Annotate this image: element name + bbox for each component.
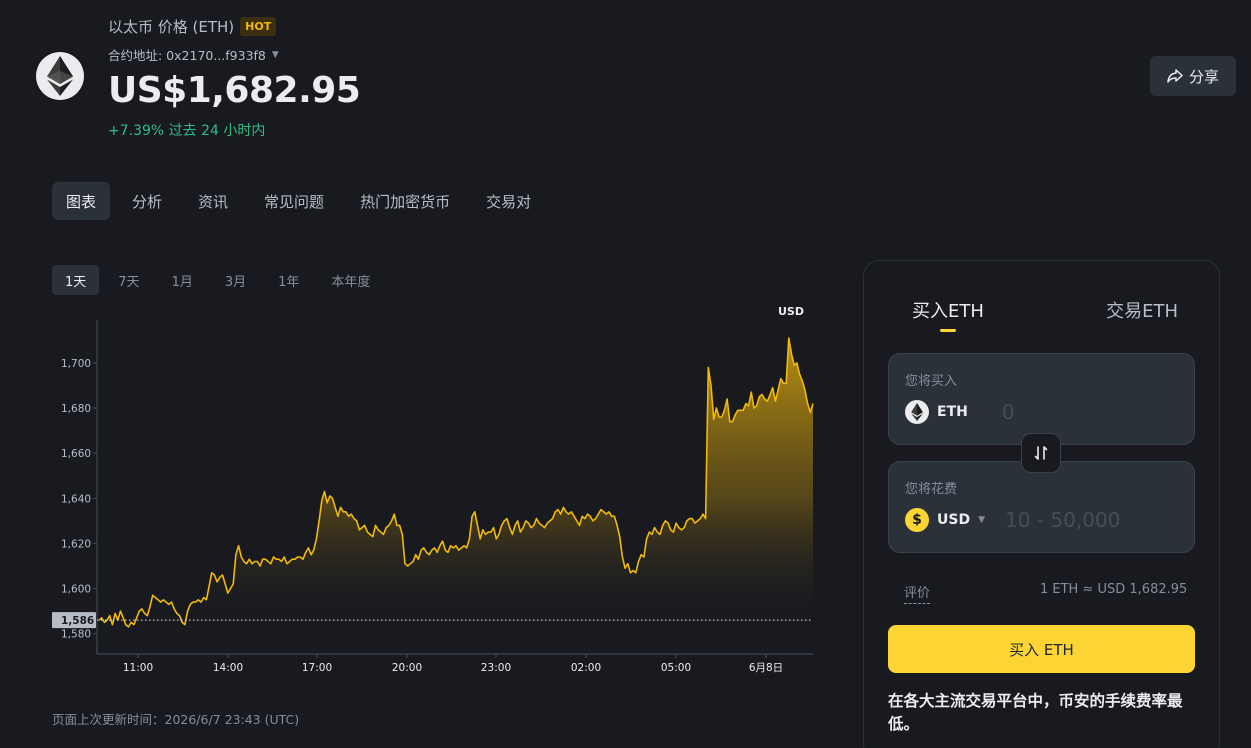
current-price: US$1,682.95 [108,70,361,111]
spend-label: 您将花费 [905,482,958,497]
x-tick-label: 23:00 [481,662,511,674]
tab-0[interactable]: 图表 [52,182,111,220]
tab-2[interactable]: 资讯 [184,182,242,220]
fee-note: 在各大主流交易平台中，币安的手续费率最低。 [888,692,1183,733]
y-tick-label: 1,660 [61,448,91,460]
ethereum-icon [905,400,929,424]
y-tick-label: 1,640 [61,493,91,505]
y-tick-label: 1,700 [61,358,91,370]
tab-5[interactable]: 交易对 [472,182,545,220]
trade-panel-tabs: 买入ETH 交易ETH [890,297,1200,323]
share-button[interactable]: 分享 [1150,56,1236,96]
x-tick-label: 20:00 [392,662,422,674]
swap-icon [1034,446,1048,460]
range-tab-0[interactable]: 1天 [52,265,100,295]
tab-1[interactable]: 分析 [118,182,176,220]
buy-amount-input[interactable] [1001,400,1182,424]
y-tick-label: 1,600 [61,584,91,596]
x-tick-label: 17:00 [302,662,332,674]
spend-symbol[interactable]: USD [937,512,970,528]
buy-label: 您将买入 [905,374,958,389]
buy-amount-box: 您将买入 ETH [888,353,1195,445]
rate-value: 1 ETH ≈ USD 1,682.95 [1040,582,1188,597]
x-tick-label: 14:00 [213,662,243,674]
ethereum-icon [47,56,73,96]
price-change: +7.39% 过去 24 小时内 [108,123,266,139]
range-tab-5[interactable]: 本年度 [318,265,383,295]
last-updated: 页面上次更新时间：2026/6/7 23:43 (UTC) [52,712,300,727]
x-tick-label: 02:00 [571,662,601,674]
tab-4[interactable]: 热门加密货币 [346,182,464,220]
contract-address: 合约地址: 0x2170...f933f8 [108,48,266,63]
contract-address-dropdown[interactable]: 合约地址: 0x2170...f933f8 ▼ [108,45,279,64]
range-tabs: 1天 7天 1月 3月 1年 本年度 [52,265,383,295]
hot-badge: HOT [240,17,277,36]
caret-down-icon: ▼ [271,49,279,60]
range-tab-1[interactable]: 7天 [105,265,152,295]
share-icon [1167,69,1183,83]
range-tab-2[interactable]: 1月 [159,265,206,295]
rate-label[interactable]: 评价 [904,582,931,604]
dollar-icon: $ [905,508,929,532]
chevron-down-icon[interactable]: ▼ [978,515,985,525]
open-price-label: 1,586 [61,615,94,627]
price-chart: USD 1,700 1,680 1,660 1,640 1,620 1,600 1,580 11… [52,305,814,674]
buy-symbol: ETH [937,404,968,420]
swap-button[interactable] [1021,433,1061,473]
spend-amount-input[interactable] [1005,508,1185,532]
buy-eth-button[interactable]: 买入 ETH [888,625,1195,673]
y-tick-label: 1,580 [61,629,91,641]
range-tab-3[interactable]: 3月 [212,265,259,295]
x-tick-label: 6月8日 [749,662,783,674]
tab-trade-eth[interactable]: 交易ETH [1084,297,1200,323]
tab-3[interactable]: 常见问题 [250,182,338,220]
currency-label: USD [778,305,804,318]
main-tabs: 图表 分析 资讯 常见问题 热门加密货币 交易对 [52,182,545,220]
coin-title: 以太币 价格 (ETH) [108,18,235,36]
y-tick-label: 1,680 [61,403,91,415]
title-row: 以太币 价格 (ETH) HOT [108,16,277,37]
ethereum-logo [36,52,84,100]
x-tick-label: 11:00 [123,662,153,674]
share-label: 分享 [1188,67,1219,86]
tab-buy-eth[interactable]: 买入ETH [890,297,1006,323]
spend-amount-box: 您将花费 $ USD ▼ [888,461,1195,553]
range-tab-4[interactable]: 1年 [265,265,312,295]
x-tick-label: 05:00 [661,662,691,674]
y-tick-label: 1,620 [61,538,91,550]
